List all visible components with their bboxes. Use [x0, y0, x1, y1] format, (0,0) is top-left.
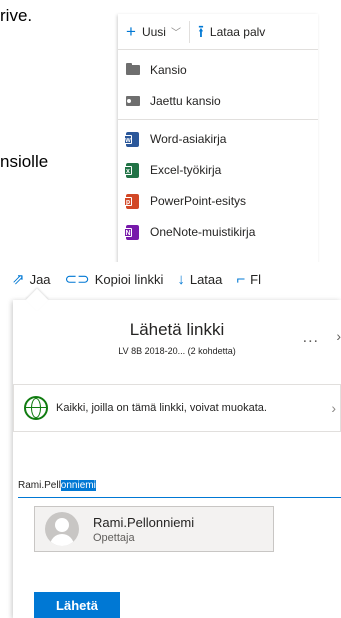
share-label: Jaa: [29, 271, 51, 287]
upload-icon: ⭱: [197, 22, 204, 41]
new-menu-items: Kansio Jaettu kansio w Word-asiakirja x …: [118, 54, 318, 247]
copy-link-label: Kopioi linkki: [94, 271, 164, 287]
dialog-title: Lähetä linkki: [129, 320, 225, 339]
chevron-right-icon: ›: [331, 400, 336, 416]
word-icon: w: [124, 131, 140, 147]
document-text-fragment: nsiolle: [0, 152, 49, 171]
globe-icon: [24, 396, 48, 420]
share-icon: ⇗: [12, 270, 25, 288]
menu-item-powerpoint[interactable]: p PowerPoint-esitys: [118, 185, 318, 216]
menu-divider: [118, 119, 318, 120]
menu-item-onenote[interactable]: N OneNote-muistikirja: [118, 216, 318, 247]
link-permissions-button[interactable]: Kaikki, joilla on tämä linkki, voivat mu…: [13, 384, 341, 432]
avatar: [45, 512, 79, 546]
chevron-down-icon: ﹀: [170, 28, 181, 39]
shared-folder-icon: [126, 94, 140, 108]
typed-text: Rami.Pell: [18, 480, 61, 491]
flow-label: Fl: [250, 271, 261, 287]
powerpoint-icon: p: [124, 193, 140, 209]
share-toolbar: ⇗ Jaa ⊂⊃ Kopioi linkki ↓ Lataa ⌐ Fl: [0, 262, 341, 296]
document-text-fragment: rive.: [0, 6, 33, 25]
close-icon[interactable]: ›: [336, 328, 341, 344]
menu-item-excel[interactable]: x Excel-työkirja: [118, 154, 318, 185]
menu-item-label: OneNote-muistikirja: [150, 224, 256, 239]
menu-item-label: Kansio: [150, 62, 187, 77]
menu-item-word[interactable]: w Word-asiakirja: [118, 123, 318, 154]
upload-label: Lataa palv: [209, 24, 266, 39]
download-button[interactable]: ↓ Lataa: [177, 272, 222, 287]
menu-item-folder[interactable]: Kansio: [118, 54, 318, 85]
dialog-subtitle: LV 8B 2018-20... (2 kohdetta): [118, 346, 236, 356]
recipient-input[interactable]: Rami.Pellonniemi: [18, 480, 341, 498]
contact-suggestion[interactable]: Rami.Pellonniemi Opettaja: [34, 506, 274, 552]
suggestion-role: Opettaja: [93, 531, 135, 544]
share-button[interactable]: ⇗ Jaa: [12, 272, 51, 287]
plus-icon: +: [126, 22, 136, 41]
copy-link-button[interactable]: ⊂⊃ Kopioi linkki: [65, 272, 164, 287]
excel-icon: x: [124, 162, 140, 178]
upload-button[interactable]: ⭱ Lataa palv: [198, 23, 265, 40]
new-label: Uusi: [141, 24, 166, 39]
new-button[interactable]: + Uusi ﹀: [126, 20, 190, 43]
link-icon: ⊂⊃: [64, 270, 90, 288]
send-link-dialog: Lähetä linkki LV 8B 2018-20... (2 kohdet…: [13, 288, 341, 618]
menu-item-label: Word-asiakirja: [150, 131, 227, 146]
folder-icon: [126, 62, 140, 77]
autocomplete-selection: onniemi: [60, 480, 96, 491]
more-options-button[interactable]: ...: [303, 329, 319, 347]
download-label: Lataa: [189, 271, 223, 287]
download-icon: ↓: [177, 270, 185, 288]
menu-item-label: Jaettu kansio: [150, 93, 221, 108]
suggestion-name: Rami.Pellonniemi: [93, 514, 195, 530]
menu-item-label: Excel-työkirja: [150, 162, 222, 177]
command-bar: + Uusi ﹀ ⭱ Lataa palv: [118, 14, 318, 50]
menu-item-shared-folder[interactable]: Jaettu kansio: [118, 85, 318, 116]
flow-button[interactable]: ⌐ Fl: [236, 272, 261, 287]
onenote-icon: N: [124, 224, 140, 240]
send-button[interactable]: Lähetä: [34, 592, 120, 618]
menu-item-label: PowerPoint-esitys: [150, 193, 247, 208]
flow-icon: ⌐: [236, 270, 246, 288]
permission-text: Kaikki, joilla on tämä linkki, voivat mu…: [56, 402, 267, 414]
